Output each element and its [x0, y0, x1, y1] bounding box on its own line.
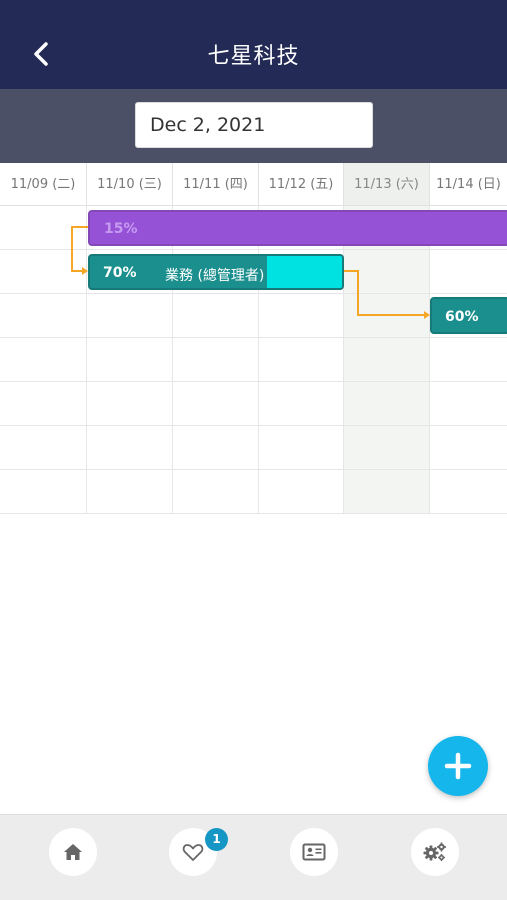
date-picker-field[interactable]: Dec 2, 2021 — [135, 102, 373, 148]
grid-cell — [430, 382, 507, 426]
grid-cell — [173, 470, 259, 514]
task-progress: 15% — [104, 221, 138, 237]
grid-cell — [0, 426, 87, 470]
task-bar[interactable]: 60% — [430, 297, 507, 334]
notification-badge: 1 — [205, 828, 228, 851]
grid-cell — [173, 294, 259, 338]
grid-cell — [0, 206, 87, 250]
grid-cell — [430, 338, 507, 382]
grid-cell — [259, 294, 344, 338]
grid-cell — [87, 470, 173, 514]
gantt-chart: 11/09 (二) 11/10 (三) 11/11 (四) 11/12 (五) … — [0, 163, 507, 514]
gears-icon — [423, 842, 446, 861]
home-icon — [64, 844, 82, 860]
plus-icon — [444, 752, 472, 780]
task-bar[interactable]: 15% — [88, 210, 507, 246]
contact-card-icon — [302, 843, 326, 861]
day-header: 11/11 (四) — [173, 163, 259, 206]
grid-cell — [87, 382, 173, 426]
day-header: 11/13 (六) — [344, 163, 430, 206]
grid-cell — [344, 426, 430, 470]
day-header: 11/10 (三) — [87, 163, 173, 206]
grid-cell — [173, 382, 259, 426]
grid-cell — [87, 294, 173, 338]
grid-cell — [87, 338, 173, 382]
grid-cell — [0, 294, 87, 338]
heart-icon — [182, 844, 204, 861]
bottom-tab-bar: 1 — [0, 814, 507, 900]
grid-cell — [173, 338, 259, 382]
grid-cell — [344, 294, 430, 338]
grid-cell — [0, 382, 87, 426]
grid-cell — [344, 250, 430, 294]
grid-cell — [259, 470, 344, 514]
grid-cell — [0, 470, 87, 514]
day-header: 11/09 (二) — [0, 163, 87, 206]
tab-settings[interactable] — [411, 828, 459, 876]
task-progress: 70% — [103, 265, 137, 281]
grid-cell — [0, 250, 87, 294]
app-header: 七星科技 — [0, 0, 507, 89]
grid-cell — [430, 426, 507, 470]
grid-cell — [0, 338, 87, 382]
grid-cell — [173, 426, 259, 470]
grid-cell — [259, 338, 344, 382]
grid-cell — [430, 250, 507, 294]
grid-cell — [87, 426, 173, 470]
grid-cell — [259, 382, 344, 426]
page-title: 七星科技 — [207, 44, 300, 69]
grid-cell — [259, 426, 344, 470]
day-header: 11/14 (日) — [430, 163, 507, 206]
task-remaining-fill — [267, 256, 342, 288]
day-header: 11/12 (五) — [259, 163, 344, 206]
tab-contacts[interactable] — [290, 828, 338, 876]
grid-cell — [344, 338, 430, 382]
task-name: 業務 (總管理者) — [165, 268, 265, 284]
grid-cell — [430, 470, 507, 514]
tab-home[interactable] — [49, 828, 97, 876]
grid-cell — [344, 382, 430, 426]
task-progress: 60% — [445, 309, 479, 325]
task-bar[interactable]: 70% 業務 (總管理者) — [88, 254, 344, 290]
grid-cell — [344, 470, 430, 514]
add-button[interactable] — [428, 736, 488, 796]
